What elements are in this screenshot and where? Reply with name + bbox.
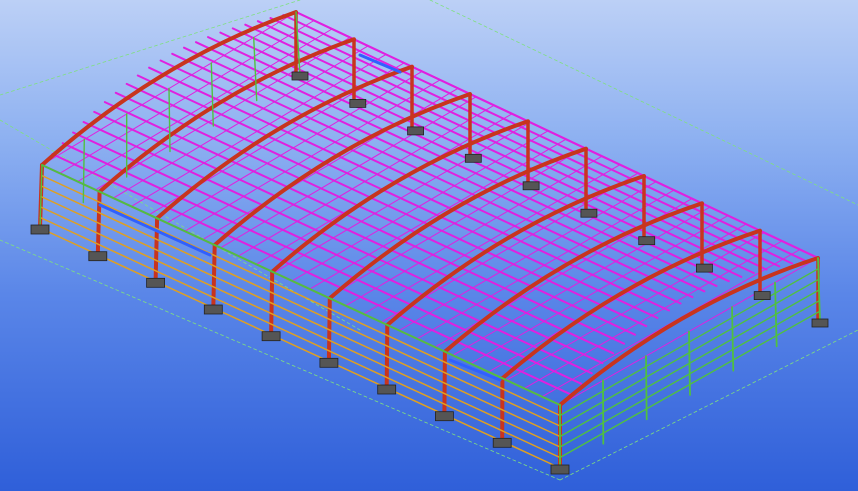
gable-column <box>168 87 171 153</box>
purlin <box>195 41 718 287</box>
steel-frame-model <box>0 0 858 481</box>
base-plate <box>492 437 512 448</box>
gable-column <box>82 138 86 204</box>
base-plate <box>261 331 281 342</box>
base-plate <box>811 318 829 328</box>
purlin <box>282 14 807 262</box>
base-plate <box>349 99 367 108</box>
base-plate <box>753 291 771 301</box>
base-plate <box>319 357 339 368</box>
base-plate <box>550 464 570 475</box>
base-plate <box>203 304 223 315</box>
base-plate <box>146 277 166 288</box>
girt <box>40 195 561 438</box>
purlin <box>72 131 593 375</box>
purlin <box>231 27 755 275</box>
base-plate <box>464 153 482 163</box>
roof-strut <box>59 20 315 174</box>
girt <box>41 164 561 406</box>
base-plate <box>522 181 540 191</box>
gable-girt <box>559 278 820 427</box>
base-plate <box>291 71 309 81</box>
base-plates <box>30 71 829 475</box>
base-plate <box>580 208 598 218</box>
girt <box>39 206 561 448</box>
model-viewport[interactable] <box>0 0 858 491</box>
roof-strut <box>345 155 603 307</box>
base-plate <box>407 126 425 136</box>
base-plate <box>30 224 50 235</box>
base-plate <box>434 411 454 422</box>
base-plate <box>377 384 397 395</box>
base-plate <box>88 251 108 262</box>
base-plate <box>638 236 656 246</box>
purlin <box>51 153 572 396</box>
base-plate <box>696 263 713 273</box>
